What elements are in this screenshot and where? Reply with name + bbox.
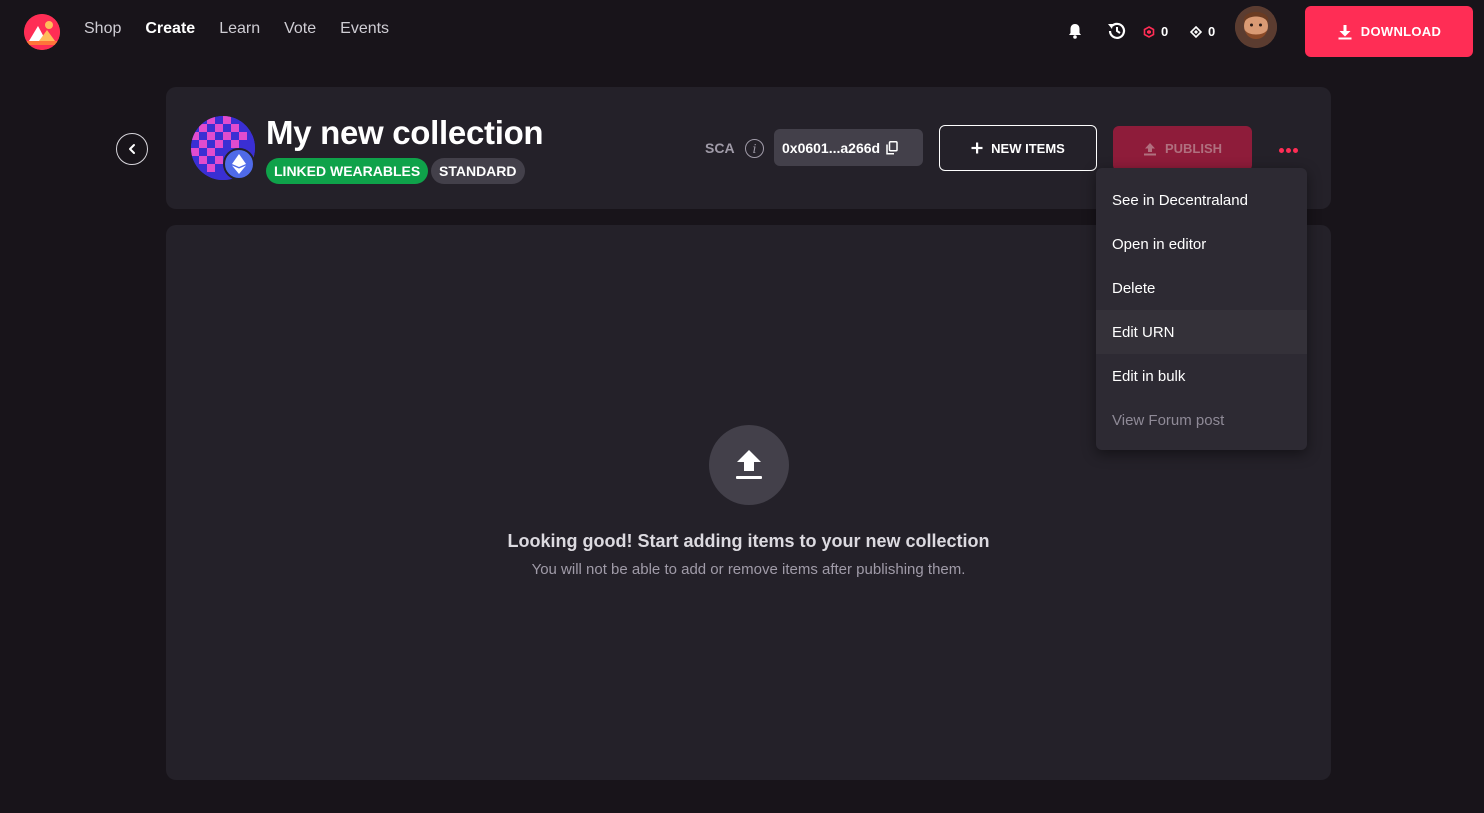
menu-item-edit-urn[interactable]: Edit URN: [1096, 310, 1307, 354]
mana-ethereum-balance[interactable]: 0: [1190, 24, 1215, 39]
menu-item-see-in-decentraland[interactable]: See in Decentraland: [1096, 178, 1307, 222]
menu-item-view-forum-post: View Forum post: [1112, 411, 1225, 429]
collection-title: My new collection: [266, 114, 544, 151]
dot-icon: [1285, 147, 1291, 153]
copy-icon[interactable]: [886, 140, 898, 155]
polygon-mana-count: 0: [1161, 24, 1169, 39]
nav-vote[interactable]: Vote: [284, 20, 316, 38]
standard-badge: STANDARD: [431, 158, 525, 184]
menu-item-edit-in-bulk[interactable]: Edit in bulk: [1096, 354, 1307, 398]
sca-label: SCA: [705, 140, 735, 156]
dot-icon: [1278, 147, 1284, 153]
ethereum-icon: [223, 148, 255, 180]
ethereum-mana-icon: [1190, 25, 1202, 38]
mana-polygon-balance[interactable]: 0: [1143, 24, 1168, 39]
nav-events[interactable]: Events: [340, 20, 389, 38]
contract-address: 0x0601...a266d: [782, 139, 881, 156]
bell-icon[interactable]: [1066, 22, 1084, 40]
top-navbar: Shop Create Learn Vote Events 0 0 DOWNLO…: [0, 0, 1484, 62]
upload-items-button[interactable]: [709, 425, 789, 505]
back-button[interactable]: [116, 133, 148, 165]
menu-item-open-in-editor[interactable]: Open in editor: [1096, 222, 1307, 266]
main-nav: Shop Create Learn Vote Events: [84, 20, 389, 38]
history-icon[interactable]: [1106, 20, 1128, 42]
empty-state-subtitle: You will not be able to add or remove it…: [531, 561, 966, 578]
user-avatar[interactable]: [1235, 6, 1277, 48]
nav-shop[interactable]: Shop: [84, 20, 121, 38]
ethereum-mana-count: 0: [1208, 24, 1216, 39]
decentraland-logo[interactable]: [24, 14, 60, 50]
contract-address-pill[interactable]: 0x0601...a266d: [774, 129, 923, 166]
download-icon: [1338, 24, 1352, 39]
download-label: DOWNLOAD: [1360, 24, 1442, 39]
polygon-mana-icon: [1143, 25, 1155, 38]
linked-wearables-badge: LINKED WEARABLES: [266, 158, 429, 184]
new-items-button[interactable]: NEW ITEMS: [939, 125, 1097, 171]
publish-button[interactable]: PUBLISH: [1113, 126, 1252, 171]
collection-options-menu: See in Decentraland Open in editor Delet…: [1096, 168, 1307, 450]
more-options-button[interactable]: [1275, 140, 1301, 160]
dot-icon: [1292, 147, 1298, 153]
plus-icon: [971, 142, 983, 154]
publish-label: PUBLISH: [1164, 141, 1223, 156]
empty-state-title: Looking good! Start adding items to your…: [507, 531, 990, 551]
menu-item-delete[interactable]: Delete: [1096, 266, 1307, 310]
info-icon[interactable]: i: [745, 139, 764, 158]
nav-learn[interactable]: Learn: [219, 20, 260, 38]
upload-arrow-icon: [736, 450, 762, 479]
nav-create[interactable]: Create: [145, 20, 195, 38]
upload-icon: [1143, 142, 1156, 155]
new-items-label: NEW ITEMS: [991, 140, 1065, 156]
download-button[interactable]: DOWNLOAD: [1305, 6, 1473, 57]
chevron-left-icon: [129, 144, 135, 154]
